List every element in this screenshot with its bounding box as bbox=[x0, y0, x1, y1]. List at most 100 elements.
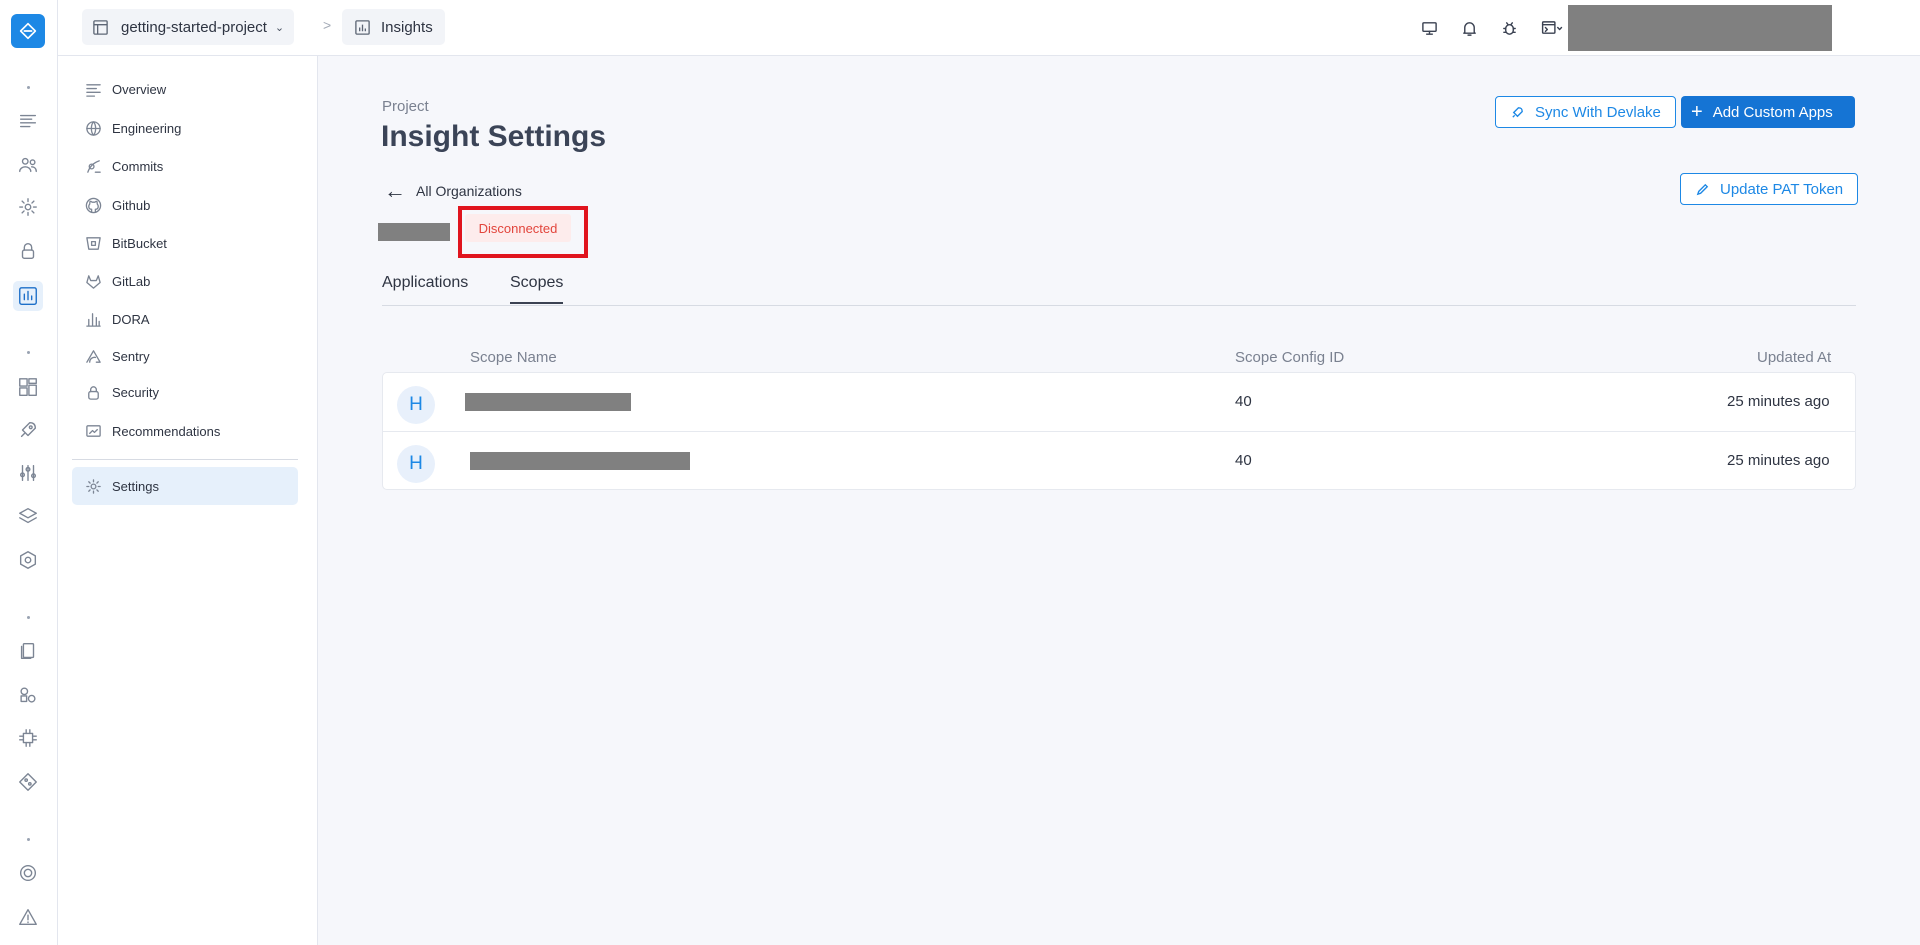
scope-config-id: 40 bbox=[1235, 393, 1252, 410]
avatar: H bbox=[397, 445, 435, 483]
sidebar-item-label: Sentry bbox=[112, 348, 150, 364]
rail-divider-dot bbox=[27, 86, 30, 89]
scope-config-id: 40 bbox=[1235, 452, 1252, 469]
page-eyebrow: Project bbox=[382, 98, 429, 115]
scopes-table: H 40 25 minutes ago H 40 25 minutes ago bbox=[382, 372, 1856, 490]
sidebar-item-label: Engineering bbox=[112, 120, 182, 136]
section-sidebar: Overview Engineering Commits Github BitB… bbox=[58, 56, 318, 945]
column-header-scope-name: Scope Name bbox=[470, 349, 557, 366]
rail-hexagon-icon[interactable] bbox=[13, 545, 43, 575]
add-custom-apps-button[interactable]: + Add Custom Apps bbox=[1681, 96, 1855, 128]
sentry-icon bbox=[84, 347, 102, 365]
pencil-icon bbox=[1696, 183, 1709, 195]
commit-icon bbox=[84, 157, 102, 175]
sidebar-item-gitlab[interactable]: GitLab bbox=[72, 266, 298, 296]
sidebar-item-dora[interactable]: DORA bbox=[72, 304, 298, 334]
plus-icon: + bbox=[1691, 101, 1703, 123]
project-name: getting-started-project bbox=[121, 18, 267, 36]
rail-list-icon[interactable] bbox=[13, 106, 43, 136]
table-row[interactable]: H 40 25 minutes ago bbox=[383, 431, 1855, 489]
sidebar-item-bitbucket[interactable]: BitBucket bbox=[72, 228, 298, 258]
avatar: H bbox=[397, 386, 435, 424]
bug-icon[interactable] bbox=[1498, 17, 1520, 39]
rail-chip-icon[interactable] bbox=[13, 723, 43, 753]
rail-insights-icon[interactable] bbox=[13, 281, 43, 311]
breadcrumb-separator: > bbox=[323, 17, 332, 33]
chart-icon bbox=[84, 310, 102, 328]
sidebar-item-label: Recommendations bbox=[112, 423, 221, 439]
sidebar-item-label: Github bbox=[112, 197, 151, 213]
column-header-updated-at: Updated At bbox=[1757, 349, 1832, 366]
arrow-left-icon: ← bbox=[384, 178, 406, 203]
icon-rail bbox=[0, 0, 58, 945]
rail-dashboard-icon[interactable] bbox=[13, 372, 43, 402]
rail-target-icon[interactable] bbox=[13, 858, 43, 888]
sidebar-item-overview[interactable]: Overview bbox=[72, 74, 298, 104]
back-to-organizations-link[interactable]: ← All Organizations bbox=[384, 180, 522, 202]
gear-icon bbox=[84, 477, 102, 495]
gitlab-icon bbox=[84, 272, 102, 290]
lock-icon bbox=[84, 383, 102, 401]
user-profile-redacted[interactable] bbox=[1568, 5, 1832, 51]
lines-icon bbox=[84, 80, 102, 98]
monitor-icon[interactable] bbox=[1418, 17, 1440, 39]
bell-icon[interactable] bbox=[1458, 17, 1480, 39]
rail-divider-dot bbox=[27, 838, 30, 841]
sync-devlake-label: Sync With Devlake bbox=[1535, 103, 1661, 121]
rail-shapes-icon[interactable] bbox=[13, 680, 43, 710]
sidebar-item-recommendations[interactable]: Recommendations bbox=[72, 416, 298, 446]
main-content: Project Insight Settings Sync With Devla… bbox=[318, 56, 1920, 945]
rail-files-icon[interactable] bbox=[13, 636, 43, 666]
sidebar-item-label: Commits bbox=[112, 158, 164, 174]
rocket-icon bbox=[1512, 106, 1523, 118]
scope-name-redacted bbox=[465, 393, 631, 411]
sidebar-item-label: GitLab bbox=[112, 273, 151, 289]
scope-name-redacted bbox=[470, 452, 690, 470]
sidebar-item-label: Overview bbox=[112, 81, 167, 97]
updated-at: 25 minutes ago bbox=[1727, 452, 1830, 469]
rail-warning-icon[interactable] bbox=[13, 902, 43, 932]
github-icon bbox=[84, 196, 102, 214]
sidebar-item-label: Settings bbox=[112, 478, 159, 494]
update-pat-token-label: Update PAT Token bbox=[1720, 180, 1844, 198]
updated-at: 25 minutes ago bbox=[1727, 393, 1830, 410]
sidebar-item-commits[interactable]: Commits bbox=[72, 151, 298, 181]
sidebar-item-sentry[interactable]: Sentry bbox=[72, 341, 298, 371]
organization-name-redacted bbox=[378, 223, 450, 241]
sidebar-item-github[interactable]: Github bbox=[72, 190, 298, 220]
sidebar-item-security[interactable]: Security bbox=[72, 377, 298, 407]
table-row[interactable]: H 40 25 minutes ago bbox=[383, 373, 1855, 431]
update-pat-token-button[interactable]: Update PAT Token bbox=[1680, 173, 1859, 205]
breadcrumb-insights[interactable]: Insights bbox=[342, 9, 445, 45]
tab-applications[interactable]: Applications bbox=[382, 274, 468, 302]
globe-icon bbox=[84, 119, 102, 137]
insights-icon bbox=[355, 19, 370, 35]
rail-gear-icon[interactable] bbox=[13, 192, 43, 222]
sidebar-item-label: DORA bbox=[112, 311, 150, 327]
sidebar-item-label: BitBucket bbox=[112, 235, 167, 251]
tab-bar: Applications Scopes bbox=[382, 264, 1856, 306]
sidebar-item-settings[interactable]: Settings bbox=[72, 467, 298, 505]
recommend-icon bbox=[84, 422, 102, 440]
rail-sliders-icon[interactable] bbox=[13, 458, 43, 488]
terminal-menu-icon[interactable] bbox=[1538, 17, 1568, 39]
rail-rocket-icon[interactable] bbox=[13, 415, 43, 445]
rail-divider-dot bbox=[27, 351, 30, 354]
sidebar-divider bbox=[72, 459, 298, 460]
add-custom-apps-label: Add Custom Apps bbox=[1712, 103, 1833, 121]
status-badge: Disconnected bbox=[465, 214, 571, 242]
tab-scopes[interactable]: Scopes bbox=[510, 274, 564, 304]
project-selector[interactable]: getting-started-project ⌄ bbox=[82, 9, 295, 45]
sidebar-item-label: Security bbox=[112, 384, 159, 400]
rail-layers-icon[interactable] bbox=[13, 501, 43, 531]
rail-users-icon[interactable] bbox=[13, 150, 43, 180]
sync-devlake-button[interactable]: Sync With Devlake bbox=[1495, 96, 1676, 128]
page-name: Insights bbox=[381, 18, 433, 36]
rail-lock-icon[interactable] bbox=[13, 236, 43, 266]
app-logo-icon[interactable] bbox=[11, 14, 45, 48]
rail-git-icon[interactable] bbox=[13, 767, 43, 797]
sidebar-item-engineering[interactable]: Engineering bbox=[72, 113, 298, 143]
table-icon bbox=[93, 19, 108, 35]
bitbucket-icon bbox=[84, 234, 102, 252]
back-link-label: All Organizations bbox=[416, 183, 522, 199]
